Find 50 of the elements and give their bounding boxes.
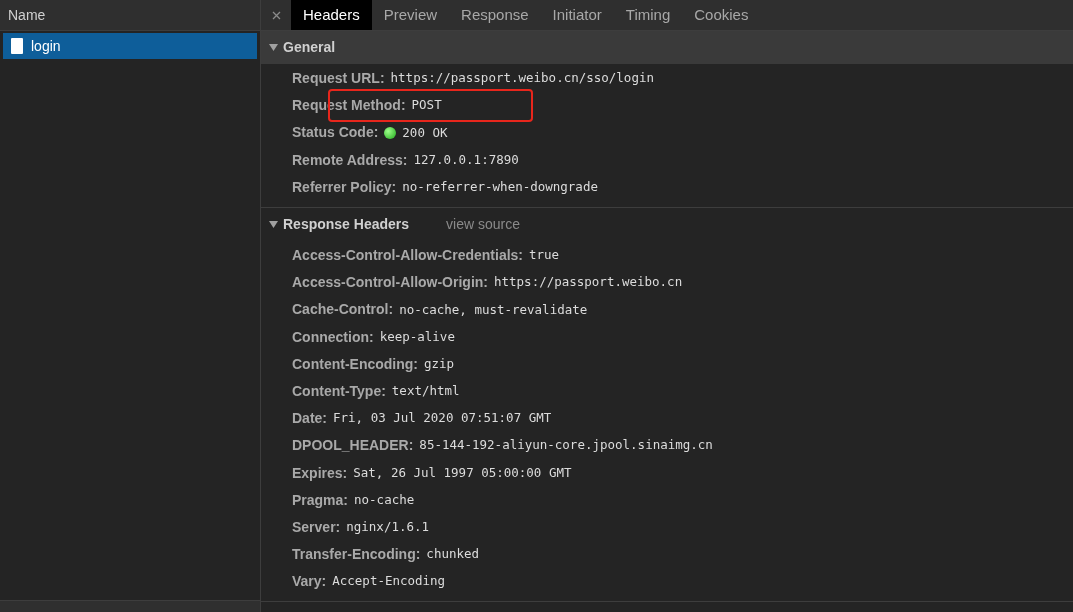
header-value: Sat, 26 Jul 1997 05:00:00 GMT (353, 463, 572, 482)
view-source-link[interactable]: view source (446, 213, 520, 235)
triangle-icon (269, 43, 278, 52)
header-value: Fri, 03 Jul 2020 07:51:07 GMT (333, 409, 552, 428)
header-value: true (529, 246, 560, 265)
header-name: Request URL: (292, 69, 385, 89)
header-name: Vary: (292, 572, 327, 592)
document-icon (11, 38, 23, 54)
header-name: Status Code: (292, 123, 379, 143)
close-icon[interactable] (271, 10, 281, 20)
header-value: nginx/1.6.1 (346, 518, 430, 537)
header-value: text/html (391, 382, 460, 401)
header-name: Remote Address: (292, 150, 408, 170)
header-value: no-cache, must-revalidate (399, 300, 588, 319)
header-value: POST (411, 96, 442, 115)
header-name: Transfer-Encoding: (292, 545, 421, 565)
header-value: keep-alive (379, 327, 455, 346)
header-value: no-cache (354, 490, 415, 509)
header-value: chunked (426, 545, 480, 564)
header-value: 127.0.0.1:7890 (413, 150, 519, 169)
header-value: no-referrer-when-downgrade (402, 177, 598, 196)
header-name: Pragma: (292, 490, 349, 510)
header-name: Expires: (292, 463, 348, 483)
triangle-icon (269, 219, 278, 229)
header-value: https://passport.weibo.cn (494, 273, 683, 292)
header-name: Connection: (292, 327, 374, 347)
header-name: Access-Control-Allow-Credentials: (292, 246, 524, 266)
tab[interactable]: Response (449, 0, 541, 30)
header-name: Server: (292, 517, 341, 537)
tab[interactable]: Headers (291, 0, 372, 30)
header-value: https://passport.weibo.cn/sso/login (390, 69, 654, 88)
header-value: 200 OK (402, 123, 448, 142)
header-name: Access-Control-Allow-Origin: (292, 273, 488, 293)
header-name: Content-Type: (292, 381, 386, 401)
section-header[interactable]: General (261, 31, 1073, 64)
request-row[interactable]: login (3, 33, 257, 59)
tab[interactable]: Initiator (540, 0, 614, 30)
header-value: gzip (424, 354, 455, 373)
tab[interactable]: Preview (371, 0, 450, 30)
tab[interactable]: Timing (613, 0, 683, 30)
header-value: 85-144-192-aliyun-core.jpool.sinaimg.cn (419, 436, 713, 455)
header-value: Accept-Encoding (332, 572, 446, 591)
column-header[interactable]: Name (0, 0, 260, 31)
header-name: Content-Encoding: (292, 354, 418, 374)
header-name: Referrer Policy: (292, 177, 397, 197)
header-name: DPOOL_HEADER: (292, 436, 414, 456)
header-name: Date: (292, 409, 327, 429)
tab[interactable]: Cookies (682, 0, 761, 30)
section-header[interactable]: Response Headers view source (261, 207, 1073, 241)
header-name: Cache-Control: (292, 300, 394, 320)
